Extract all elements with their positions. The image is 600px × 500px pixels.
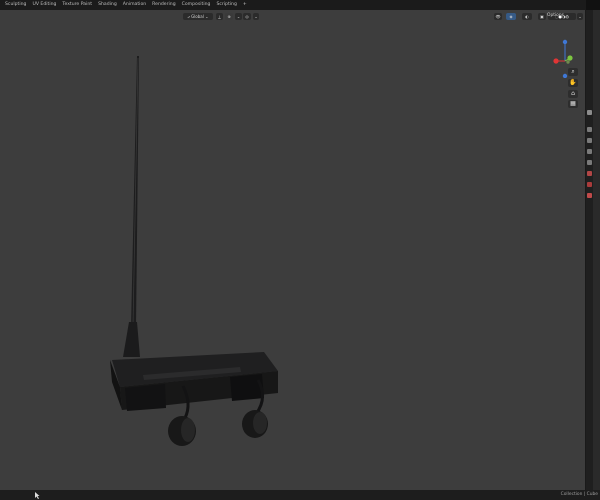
scene-properties-icon[interactable] <box>587 160 592 165</box>
tab-uv-editing[interactable]: UV Editing <box>32 2 56 8</box>
gizmo-x-axis[interactable] <box>553 58 559 64</box>
hand-icon[interactable]: ✋ <box>568 79 578 87</box>
gizmo-neg-y-axis[interactable] <box>566 60 570 64</box>
transform-orientation-dropdown[interactable]: ⤶ Global ⌄ <box>183 13 213 20</box>
tab-compositing[interactable]: Compositing <box>182 2 211 8</box>
pivot-button[interactable]: ⟂ <box>216 13 223 20</box>
tab-shading[interactable]: Shading <box>98 2 117 8</box>
grid-icon[interactable]: ▦ <box>568 100 578 108</box>
gizmo-neg-z-axis[interactable] <box>562 73 568 78</box>
output-properties-icon[interactable] <box>587 138 592 143</box>
modifier-properties-icon[interactable] <box>587 193 592 198</box>
tab-animation[interactable]: Animation <box>123 2 146 8</box>
gizmo-y-axis[interactable] <box>567 55 573 61</box>
snap-target-button[interactable]: ⌄ <box>235 13 242 20</box>
scene-selector[interactable] <box>586 0 600 10</box>
zoom-icon[interactable]: ⌕ <box>568 68 578 76</box>
xray-toggle[interactable]: ▣ <box>538 13 546 20</box>
mouse-cursor-icon <box>35 492 40 499</box>
properties-tab-strip <box>586 10 593 490</box>
workspace-tabs: Sculpting UV Editing Texture Paint Shadi… <box>5 2 247 8</box>
3d-viewport[interactable]: ⤶ Global ⌄ ⟂ ⊕ ⌄ ◎ ⌄ 👁 ◈ ◐ ▣ ◌ ● ◑ ◍ ⌄ O… <box>0 10 585 490</box>
tab-scripting[interactable]: Scripting <box>216 2 236 8</box>
camera-icon[interactable]: ⌂ <box>568 90 578 98</box>
snap-toggle[interactable]: ⊕ <box>225 13 233 20</box>
proportional-edit-button[interactable]: ◎ <box>243 13 251 20</box>
tab-rendering[interactable]: Rendering <box>152 2 175 8</box>
falloff-button[interactable]: ⌄ <box>253 13 259 20</box>
gizmo-toggle[interactable]: ◈ <box>506 13 516 20</box>
options-dropdown[interactable]: Options ⌄ <box>547 13 569 18</box>
overlay-toggle[interactable]: ◐ <box>522 13 532 20</box>
add-workspace-button[interactable]: + <box>243 2 247 8</box>
view-layer-properties-icon[interactable] <box>587 149 592 154</box>
status-text: Collection | Cube <box>560 492 598 497</box>
render-properties-icon[interactable] <box>587 127 592 132</box>
orientation-label: Global <box>191 14 204 19</box>
world-properties-icon[interactable] <box>587 171 592 176</box>
object-properties-icon[interactable] <box>587 182 592 187</box>
tab-sculpting[interactable]: Sculpting <box>5 2 26 8</box>
viewport-header: ⤶ Global ⌄ ⟂ ⊕ ⌄ ◎ ⌄ 👁 ◈ ◐ ▣ ◌ ● ◑ ◍ ⌄ <box>0 10 585 24</box>
tool-properties-icon[interactable] <box>587 110 592 115</box>
view-object-types-button[interactable]: 👁 <box>494 13 502 20</box>
status-bar: Collection | Cube <box>0 490 600 500</box>
side-panel <box>585 10 600 490</box>
orientation-icon: ⤶ <box>187 14 190 19</box>
top-menu-bar: Sculpting UV Editing Texture Paint Shadi… <box>0 0 600 10</box>
tab-texture-paint[interactable]: Texture Paint <box>62 2 92 8</box>
shading-options-button[interactable]: ⌄ <box>577 13 583 20</box>
